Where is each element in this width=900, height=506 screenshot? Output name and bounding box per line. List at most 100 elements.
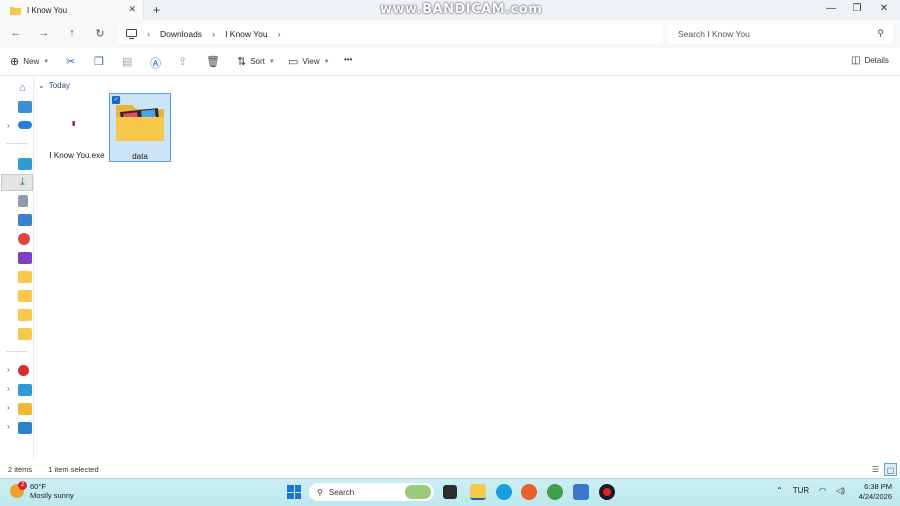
network-icon[interactable]: [18, 422, 32, 434]
status-bar: 2 items 1 item selected: [0, 460, 900, 478]
tab-title: I Know You: [27, 5, 68, 15]
share-button[interactable]: ⇪: [178, 55, 187, 68]
chevron-right-icon[interactable]: ›: [7, 403, 10, 412]
forward-button[interactable]: →: [37, 27, 51, 39]
folder-icon[interactable]: [18, 271, 32, 283]
chevron-right-icon[interactable]: ›: [7, 384, 10, 393]
back-button[interactable]: ←: [9, 27, 23, 39]
view-button[interactable]: ▭ View ▼: [288, 55, 330, 68]
cloud-icon[interactable]: [18, 121, 32, 129]
edge-icon[interactable]: [496, 484, 512, 500]
system-tray: ⌃ TUR ◠ ◁): [776, 486, 845, 495]
new-tab-button[interactable]: +: [153, 3, 160, 17]
videos-icon[interactable]: [18, 252, 32, 264]
chevron-down-icon: ▼: [323, 58, 330, 65]
weather-widget[interactable]: 2 60°F Mostly sunny: [10, 481, 74, 500]
clock[interactable]: 6:38 PM 4/24/2026: [852, 482, 892, 502]
this-pc-icon[interactable]: [18, 384, 32, 396]
chevron-down-icon: ⌄: [38, 81, 45, 90]
folder-item[interactable]: ✓ data: [109, 93, 171, 162]
volume-icon[interactable]: ◁): [836, 486, 845, 495]
details-button[interactable]: ◫ Details: [851, 55, 889, 66]
search-input[interactable]: Search I Know You ⚲: [668, 24, 893, 44]
folder-icon[interactable]: [18, 309, 32, 321]
notification-badge: 2: [18, 481, 27, 490]
group-label: Today: [48, 81, 71, 90]
task-view-icon[interactable]: [443, 485, 457, 499]
folder-name: data: [132, 152, 148, 161]
folder-icon: [10, 6, 21, 15]
search-icon: ⚲: [317, 487, 323, 497]
desktop-icon[interactable]: [18, 158, 32, 170]
refresh-button[interactable]: ↻: [93, 27, 107, 40]
cut-button[interactable]: ✂: [66, 55, 75, 68]
documents-icon[interactable]: [18, 195, 28, 207]
copy-button[interactable]: ❐: [94, 55, 104, 68]
selection-count: 1 item selected: [48, 464, 99, 474]
start-button[interactable]: [287, 485, 301, 499]
file-item[interactable]: ▮ I Know You.exe: [48, 94, 106, 162]
breadcrumb-downloads[interactable]: Downloads: [160, 29, 202, 39]
sort-button[interactable]: ⇅ Sort ▼: [237, 55, 275, 68]
pictures-icon[interactable]: [18, 214, 32, 226]
folder-icon[interactable]: [18, 328, 32, 340]
bandicam-icon[interactable]: [599, 484, 615, 500]
music-icon[interactable]: [18, 233, 30, 245]
gallery-icon[interactable]: [18, 101, 32, 113]
chevron-right-icon[interactable]: ›: [7, 365, 10, 374]
library-icon[interactable]: [18, 403, 32, 415]
breadcrumb-i-know-you[interactable]: I Know You: [225, 29, 268, 39]
folder-icon[interactable]: [18, 290, 32, 302]
chevron-down-icon: ▼: [43, 58, 50, 65]
weather-condition: Mostly sunny: [30, 491, 74, 500]
delete-button[interactable]: 🗑: [206, 55, 220, 68]
file-explorer-icon[interactable]: [470, 484, 486, 500]
details-pane-icon: ◫: [851, 55, 861, 66]
more-options-button[interactable]: •••: [344, 55, 352, 64]
sidebar-item-downloads[interactable]: ⤓: [1, 174, 33, 191]
chevron-right-icon[interactable]: ›: [7, 121, 10, 130]
language-indicator[interactable]: TUR: [793, 486, 809, 495]
chevron-up-icon[interactable]: ⌃: [776, 486, 783, 495]
tab-close-icon[interactable]: ✕: [128, 4, 136, 15]
file-name: I Know You.exe: [49, 151, 105, 160]
taskbar-search[interactable]: ⚲ Search: [309, 483, 434, 501]
drive-icon[interactable]: [18, 365, 29, 376]
sort-icon: ⇅: [237, 56, 247, 68]
chevron-right-icon[interactable]: ›: [7, 422, 10, 431]
chevron-down-icon: ▼: [268, 58, 275, 65]
sidebar-divider: [6, 143, 28, 144]
wifi-icon[interactable]: ◠: [819, 486, 826, 495]
cut-icon: ✂: [66, 56, 76, 68]
maximize-button[interactable]: ❐: [849, 3, 865, 14]
group-header-today[interactable]: ⌄ Today: [38, 81, 70, 90]
download-icon: ⤓: [20, 176, 25, 188]
share-icon: ⇪: [178, 56, 188, 68]
rename-button[interactable]: Ⓐ: [150, 55, 161, 71]
minimize-button[interactable]: —: [823, 3, 839, 14]
monitor-icon: [126, 29, 137, 39]
trash-icon: 🗑: [206, 56, 220, 68]
paste-button[interactable]: ▤: [122, 55, 132, 68]
weather-sun-icon: 2: [10, 481, 27, 498]
taskbar-search-label: Search: [328, 487, 355, 497]
up-button[interactable]: ↑: [65, 27, 79, 39]
home-icon[interactable]: ⌂: [19, 82, 26, 94]
temperature: 60°F: [30, 482, 46, 491]
tab-i-know-you[interactable]: I Know You ✕: [0, 0, 144, 20]
date: 4/24/2026: [858, 492, 892, 501]
chrome-icon[interactable]: [547, 484, 563, 500]
plus-circle-icon: ⊕: [10, 56, 20, 68]
close-button[interactable]: ✕: [876, 3, 892, 14]
search-highlight-icon: [405, 485, 431, 499]
large-icons-view-icon[interactable]: ▢: [884, 463, 897, 476]
address-bar[interactable]: › Downloads › I Know You ›: [118, 24, 663, 44]
details-view-icon[interactable]: ☰: [869, 463, 882, 476]
folder-icon: [116, 105, 164, 141]
new-button[interactable]: ⊕ New ▼: [10, 55, 49, 68]
photos-icon[interactable]: [573, 484, 589, 500]
paste-icon: ▤: [122, 56, 133, 68]
new-label: New: [23, 57, 40, 66]
chevron-right-icon: ›: [277, 29, 281, 39]
firefox-icon[interactable]: [521, 484, 537, 500]
